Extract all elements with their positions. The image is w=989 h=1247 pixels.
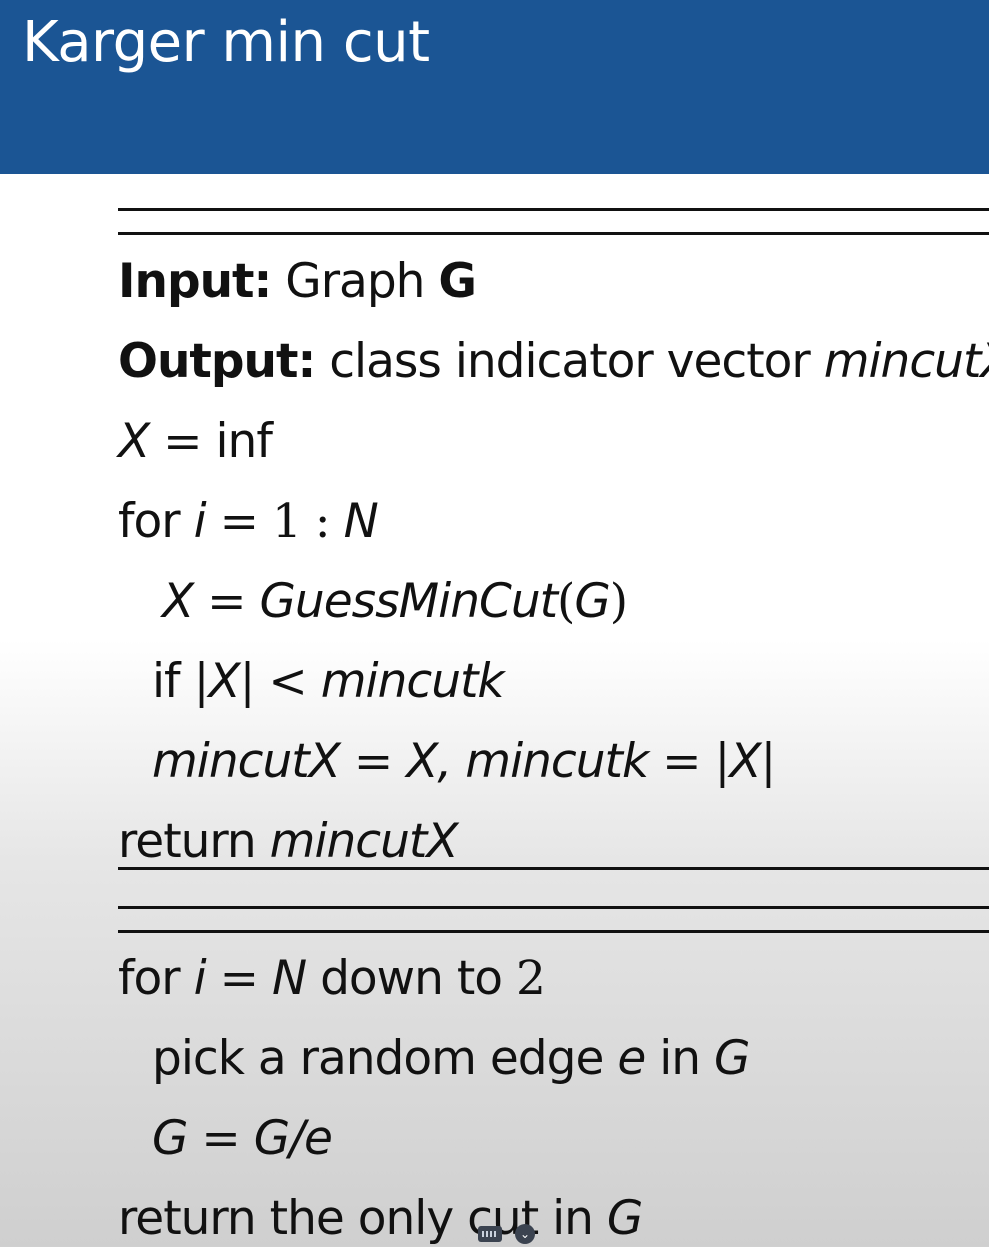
return-line: return mincutX [118,818,459,865]
contract-lhs: G [152,1111,188,1166]
for2-keyword: for [118,951,181,1006]
rule-mid-2 [118,906,989,909]
contract-line: G = G/e [152,1115,333,1162]
guess-arg: G [574,574,610,629]
pick-graph: G [714,1031,750,1086]
return2-var: G [606,1191,643,1246]
guess-line: X = GuessMinCut(G) [162,578,628,625]
guess-fn: GuessMinCut [259,574,559,629]
if-var: X [208,654,240,709]
for2-eq: = [219,951,259,1006]
assign-abs-open: | [714,734,730,789]
return-keyword: return [118,814,257,869]
output-label: Output: [118,334,316,389]
for-var: i [193,494,207,549]
if-keyword: if [152,654,181,709]
init-eq: = [163,414,202,469]
for2-line: for i = N down to 2 [118,955,546,1002]
init-var: X [118,414,150,469]
assign-rhs1: X, [406,734,452,789]
chevron-down-icon[interactable]: ⌄ [515,1224,535,1244]
if-line: if |X| < mincutk [152,658,505,705]
if-rhs: mincutk [320,654,505,709]
input-text: Graph [285,254,425,309]
input-label: Input: [118,254,272,309]
return2-line: return the only cut in G [118,1195,643,1242]
for-n: N [343,494,379,549]
if-abs-close: | [239,654,256,709]
keyboard-icon[interactable] [478,1226,502,1242]
if-lt: < [268,654,307,709]
guess-paren-close: ) [609,574,628,629]
assign-rhs2: X [729,734,761,789]
rule-mid-3 [118,930,989,933]
assign-lhs1: mincutX [152,734,341,789]
slide-title: Karger min cut [22,10,430,75]
rule-top-2 [118,232,989,235]
for-keyword: for [118,494,181,549]
input-line: Input: Graph G [118,258,477,305]
assign-line: mincutX = X, mincutk = |X| [152,738,776,785]
assign-lhs2: mincutk [465,734,649,789]
contract-eq: = [201,1111,240,1166]
input-var: G [438,254,477,309]
guess-paren-open: ( [557,574,575,629]
pick-var: e [617,1031,646,1086]
guess-eq: = [207,574,246,629]
for2-text: down to [320,951,503,1006]
assign-eq1: = [353,734,393,789]
pick-in: in [659,1031,701,1086]
assign-eq2: = [662,734,701,789]
if-abs-open: | [193,654,210,709]
title-bar: Karger min cut [0,0,989,174]
output-line: Output: class indicator vector mincutX [118,338,989,385]
output-var: mincutX [823,334,989,389]
for-range: 1 : [271,494,331,549]
return-var: mincutX [269,814,459,869]
for-line: for i = 1 : N [118,498,379,545]
for2-var: i [193,951,207,1006]
contract-rhs: G/e [253,1111,333,1166]
rule-top-1 [118,208,989,211]
guess-var: X [162,574,194,629]
init-line: X = inf [118,418,273,465]
pick-text: pick a random edge [152,1031,604,1086]
init-val: inf [215,414,273,469]
output-text: class indicator vector [329,334,811,389]
for-eq: = [219,494,259,549]
for2-n: N [271,951,307,1006]
assign-abs-close: | [760,734,777,789]
for2-end: 2 [515,951,546,1006]
pick-line: pick a random edge e in G [152,1035,750,1082]
rule-mid-1 [118,867,989,870]
